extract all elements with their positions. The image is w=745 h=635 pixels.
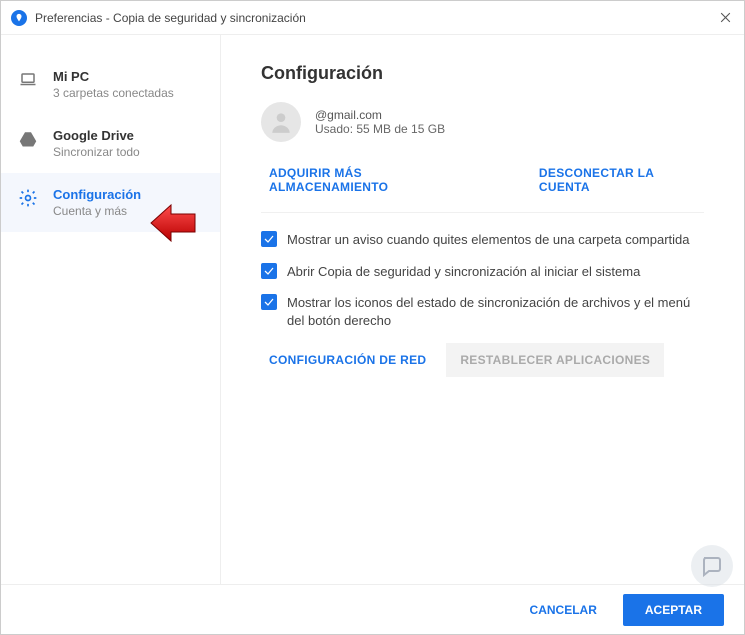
buy-storage-link[interactable]: ADQUIRIR MÁS ALMACENAMIENTO xyxy=(269,166,479,194)
sidebar-item-google-drive[interactable]: Google Drive Sincronizar todo xyxy=(1,114,220,173)
disconnect-account-link[interactable]: DESCONECTAR LA CUENTA xyxy=(539,166,704,194)
gear-icon xyxy=(17,187,39,209)
checkbox-label: Abrir Copia de seguridad y sincronizació… xyxy=(287,263,640,281)
help-bubble-icon[interactable] xyxy=(691,545,733,587)
checkbox-row-sync-icons: Mostrar los iconos del estado de sincron… xyxy=(261,294,704,329)
sidebar-item-label: Configuración xyxy=(53,187,141,202)
window-title: Preferencias - Copia de seguridad y sinc… xyxy=(35,11,306,25)
app-icon xyxy=(11,10,27,26)
laptop-icon xyxy=(17,69,39,91)
sidebar-item-label: Google Drive xyxy=(53,128,140,143)
sidebar-item-subtitle: 3 carpetas conectadas xyxy=(53,86,174,100)
checkbox[interactable] xyxy=(261,263,277,279)
accept-button[interactable]: ACEPTAR xyxy=(623,594,724,626)
sidebar-item-subtitle: Sincronizar todo xyxy=(53,145,140,159)
annotation-arrow xyxy=(149,203,197,246)
sidebar-item-subtitle: Cuenta y más xyxy=(53,204,141,218)
checkbox-label: Mostrar un aviso cuando quites elementos… xyxy=(287,231,690,249)
close-button[interactable] xyxy=(716,9,734,27)
checkbox-row-open-on-startup: Abrir Copia de seguridad y sincronizació… xyxy=(261,263,704,281)
reset-apps-button: RESTABLECER APLICACIONES xyxy=(446,343,664,377)
page-heading: Configuración xyxy=(261,63,704,84)
sidebar-item-mi-pc[interactable]: Mi PC 3 carpetas conectadas xyxy=(1,55,220,114)
sidebar-item-label: Mi PC xyxy=(53,69,174,84)
footer: CANCELAR ACEPTAR xyxy=(1,584,744,634)
checkbox-row-shared-warning: Mostrar un aviso cuando quites elementos… xyxy=(261,231,704,249)
drive-icon xyxy=(17,128,39,150)
checkbox-label: Mostrar los iconos del estado de sincron… xyxy=(287,294,704,329)
cancel-button[interactable]: CANCELAR xyxy=(514,593,613,627)
checkbox[interactable] xyxy=(261,294,277,310)
account-row: @gmail.com Usado: 55 MB de 15 GB xyxy=(261,102,704,142)
account-email: @gmail.com xyxy=(315,108,445,122)
titlebar: Preferencias - Copia de seguridad y sinc… xyxy=(1,1,744,35)
account-storage: Usado: 55 MB de 15 GB xyxy=(315,122,445,136)
network-config-button[interactable]: CONFIGURACIÓN DE RED xyxy=(269,353,426,367)
sidebar: Mi PC 3 carpetas conectadas Google Drive… xyxy=(1,35,221,584)
checkbox[interactable] xyxy=(261,231,277,247)
content-pane: Configuración @gmail.com Usado: 55 MB de… xyxy=(221,35,744,584)
avatar xyxy=(261,102,301,142)
